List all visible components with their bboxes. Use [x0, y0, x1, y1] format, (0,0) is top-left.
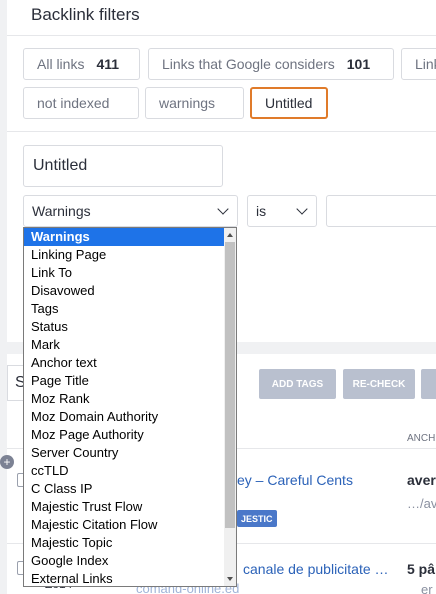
add-icon[interactable]: +: [0, 455, 14, 469]
chip-count: 101: [346, 56, 371, 72]
dropdown-option[interactable]: Google Index: [24, 552, 236, 570]
field-select[interactable]: Warnings: [23, 195, 238, 227]
dropdown-option[interactable]: Mark: [24, 336, 236, 354]
chip-not-indexed[interactable]: not indexed: [23, 87, 139, 119]
chip-warnings[interactable]: warnings: [145, 87, 244, 119]
dropdown-option[interactable]: Server Country: [24, 444, 236, 462]
dropdown-scrollbar[interactable]: [224, 228, 236, 586]
chip-google-considers[interactable]: Links that Google considers 101: [148, 48, 394, 80]
chip-count: 411: [96, 56, 120, 72]
dropdown-option[interactable]: Majestic Topic: [24, 534, 236, 552]
majestic-badge: JESTIC: [237, 510, 277, 527]
chip-label: Untitled: [265, 95, 313, 111]
chip-untitled-active[interactable]: Untitled: [250, 87, 328, 119]
dropdown-option-warnings[interactable]: Warnings: [24, 228, 236, 246]
row-anchor: avera: [407, 472, 436, 488]
chip-link-truncated[interactable]: Link: [401, 48, 436, 80]
chip-all-links[interactable]: All links 411: [23, 48, 140, 80]
row-anchor: 5 pâ: [407, 561, 436, 577]
recheck-button[interactable]: RE-CHECK: [343, 369, 415, 399]
more-button[interactable]: [421, 369, 436, 399]
scroll-down-arrow-icon[interactable]: [227, 577, 233, 581]
dropdown-option[interactable]: Majestic Trust Flow: [24, 498, 236, 516]
dropdown-option[interactable]: External Links: [24, 570, 236, 586]
chip-label: not indexed: [37, 95, 110, 111]
value-select[interactable]: [326, 195, 436, 227]
add-tags-button[interactable]: ADD TAGS: [259, 369, 336, 399]
dropdown-option[interactable]: Majestic Citation Flow: [24, 516, 236, 534]
dropdown-option[interactable]: Link To: [24, 264, 236, 282]
dropdown-option[interactable]: Status: [24, 318, 236, 336]
divider: [7, 131, 436, 132]
dropdown-option[interactable]: Disavowed: [24, 282, 236, 300]
operator-select-value: is: [256, 203, 267, 219]
dropdown-option[interactable]: Moz Domain Authority: [24, 408, 236, 426]
row-anchor-url[interactable]: er: [421, 582, 433, 594]
chip-label: Links that Google considers: [162, 56, 335, 72]
scroll-thumb[interactable]: [225, 242, 235, 528]
chip-label: Link: [415, 56, 436, 72]
operator-select[interactable]: is: [247, 195, 317, 227]
dropdown-option[interactable]: Moz Page Authority: [24, 426, 236, 444]
scroll-up-arrow-icon[interactable]: [227, 233, 233, 237]
field-select-value: Warnings: [32, 203, 91, 219]
dropdown-option[interactable]: Page Title: [24, 372, 236, 390]
divider: [7, 35, 436, 36]
anchor-column-header[interactable]: ANCH: [407, 433, 435, 444]
row-page-title[interactable]: canale de publicitate …: [243, 561, 389, 577]
chevron-down-icon: [217, 203, 229, 215]
filter-name-input[interactable]: Untitled: [23, 145, 223, 187]
chip-label: All links: [37, 56, 85, 72]
dropdown-option[interactable]: Moz Rank: [24, 390, 236, 408]
chip-label: warnings: [159, 95, 216, 111]
panel-title: Backlink filters: [31, 5, 140, 24]
chevron-down-icon: [296, 203, 308, 215]
row-page-title[interactable]: ey – Careful Cents: [237, 472, 353, 488]
dropdown-option[interactable]: Tags: [24, 300, 236, 318]
dropdown-option[interactable]: ccTLD: [24, 462, 236, 480]
dropdown-option[interactable]: Anchor text: [24, 354, 236, 372]
page: Backlink filters All links 411 Links that…: [0, 0, 436, 594]
dropdown-option[interactable]: C Class IP: [24, 480, 236, 498]
dropdown-option[interactable]: Linking Page: [24, 246, 236, 264]
row-anchor-url[interactable]: …/av: [407, 496, 436, 511]
field-dropdown-list[interactable]: Warnings Linking Page Link To Disavowed …: [23, 227, 237, 587]
